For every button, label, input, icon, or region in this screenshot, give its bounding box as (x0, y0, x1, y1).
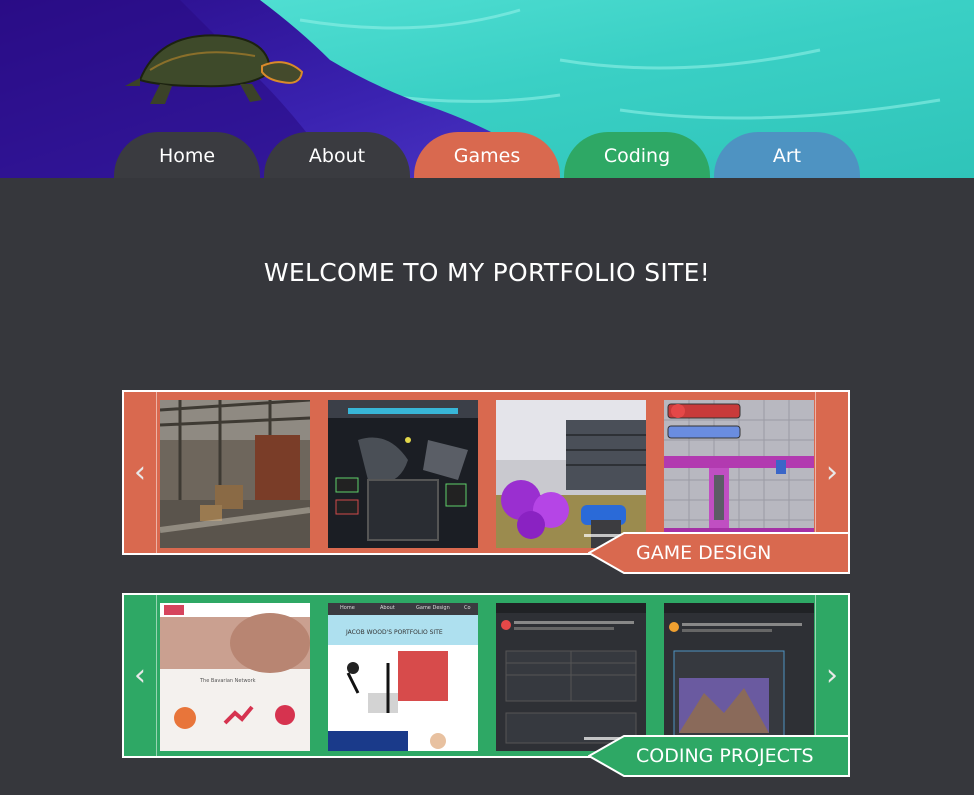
game-design-label-button[interactable]: GAME DESIGN (588, 532, 850, 574)
tab-art[interactable]: Art (714, 132, 860, 178)
game-design-carousel: ‹ › GAME DESIGN (122, 390, 850, 574)
coding-projects-label-button[interactable]: CODING PROJECTS (588, 735, 850, 777)
chevron-right-icon: › (826, 455, 838, 490)
chevron-left-icon: ‹ (134, 455, 146, 490)
portfolio-nav-home: Home (340, 605, 355, 611)
portfolio-title: JACOB WOOD'S PORTFOLIO SITE (346, 629, 443, 636)
chevron-right-icon: › (826, 658, 838, 693)
game-thumbnail-store[interactable] (496, 400, 646, 548)
tab-coding[interactable]: Coding (564, 132, 710, 178)
game-thumbnail-space[interactable] (328, 400, 478, 548)
carousel-next-button[interactable]: › (815, 392, 848, 553)
coding-thumbnail-bavarian[interactable]: The Bavarian Network (160, 603, 310, 751)
coding-thumbnail-chat-image[interactable] (664, 603, 814, 751)
coding-projects-carousel: ‹ The Bavarian Network JACOB WOOD'S PORT… (122, 593, 850, 777)
tab-home[interactable]: Home (114, 132, 260, 178)
carousel-prev-button[interactable]: ‹ (124, 595, 157, 756)
carousel-label: GAME DESIGN (636, 542, 772, 564)
coding-thumbnail-portfolio[interactable]: JACOB WOOD'S PORTFOLIO SITE Home About G… (328, 603, 478, 751)
coding-thumbnail-chat[interactable] (496, 603, 646, 751)
game-thumbnail-warehouse[interactable] (160, 400, 310, 548)
tab-about[interactable]: About (264, 132, 410, 178)
site-heading: The Bavarian Network (200, 678, 256, 684)
main-nav: Home About Games Coding Art (0, 132, 974, 178)
tab-games[interactable]: Games (414, 132, 560, 178)
game-thumbnail-platformer[interactable] (664, 400, 814, 548)
carousel-label: CODING PROJECTS (636, 745, 814, 767)
page-title: WELCOME TO MY PORTFOLIO SITE! (263, 258, 711, 287)
chevron-left-icon: ‹ (134, 658, 146, 693)
portfolio-nav-game-design: Game Design (416, 605, 450, 611)
portfolio-nav-about: About (380, 605, 395, 611)
carousel-prev-button[interactable]: ‹ (124, 392, 157, 553)
portfolio-nav-co: Co (464, 605, 471, 611)
carousel-next-button[interactable]: › (815, 595, 848, 756)
